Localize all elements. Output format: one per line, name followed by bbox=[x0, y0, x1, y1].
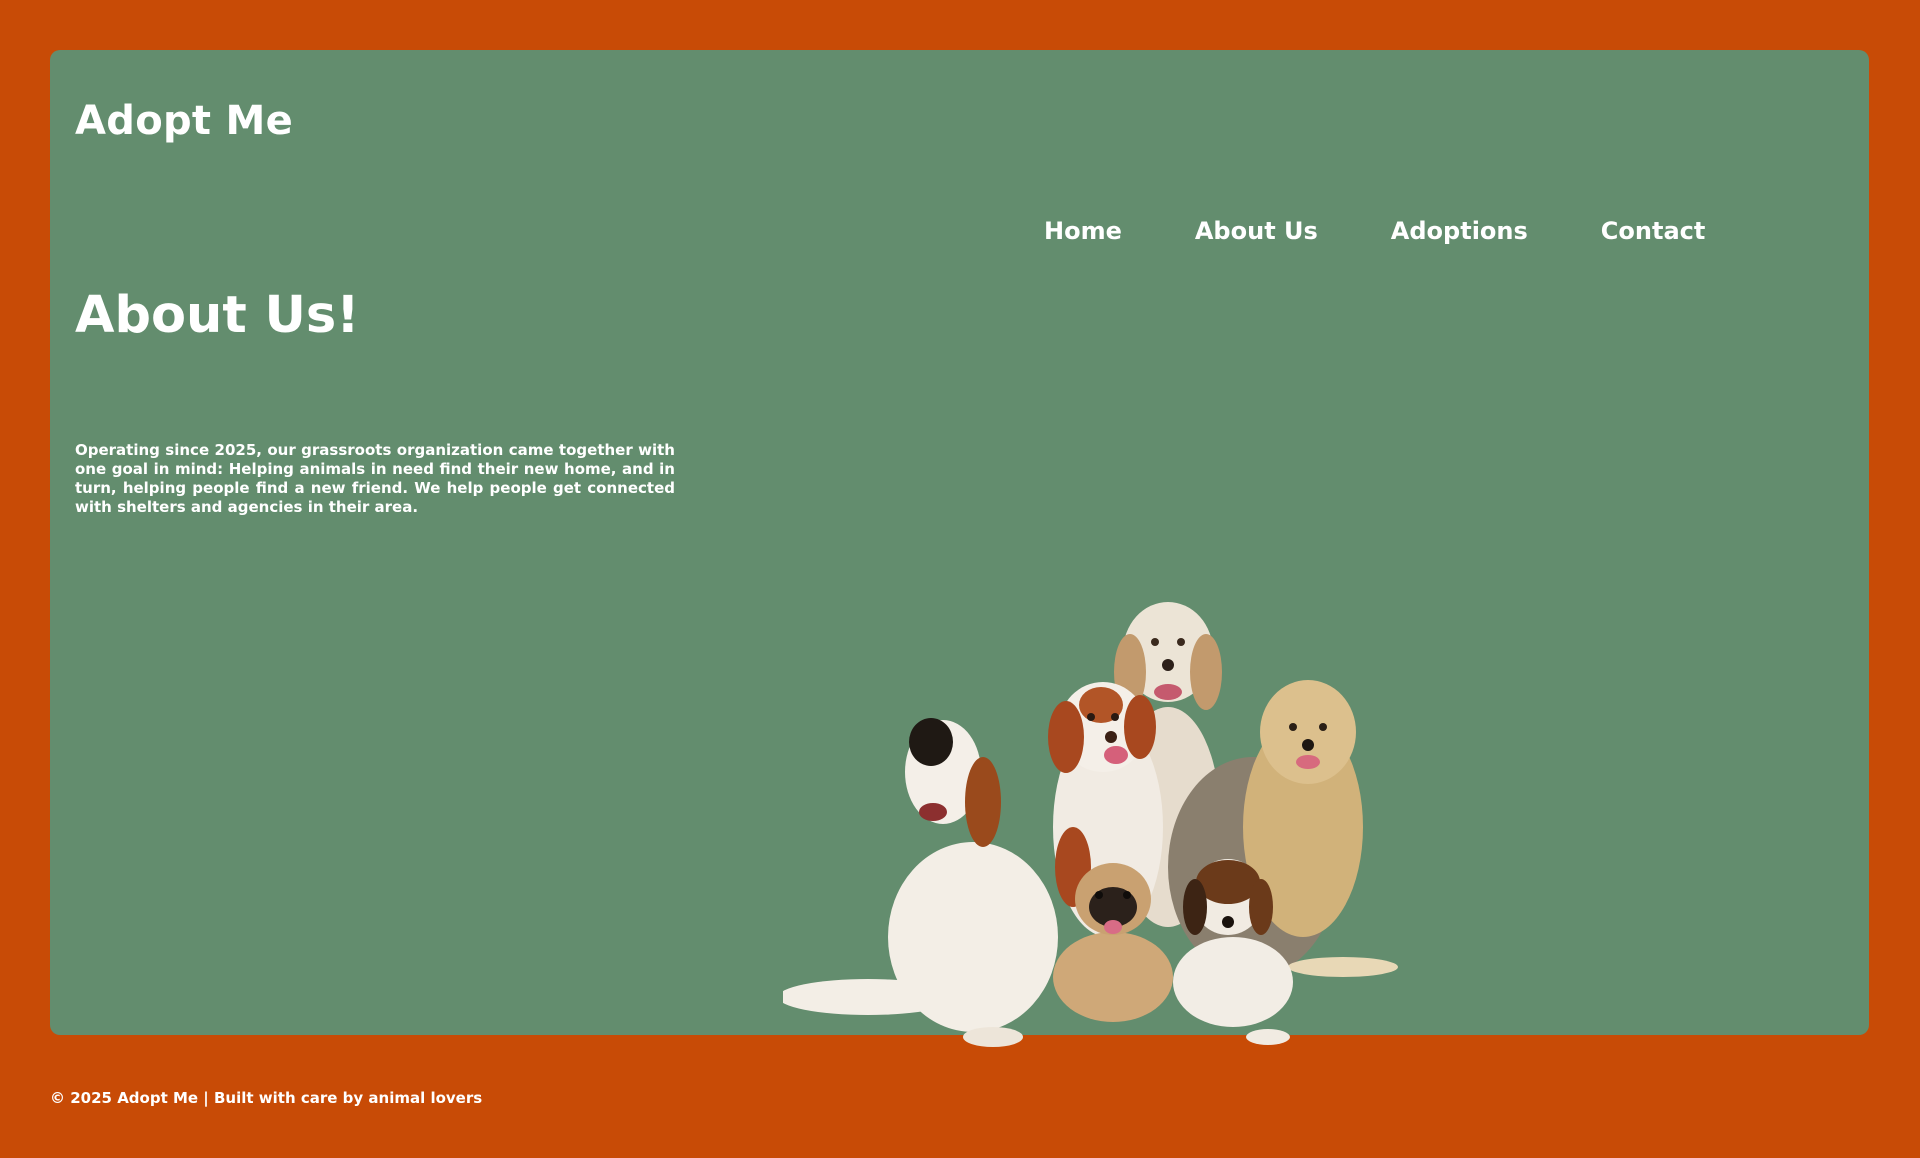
shaggy-dog-shape bbox=[1168, 680, 1398, 977]
main-nav: Home About Us Adoptions Contact bbox=[1044, 217, 1705, 245]
nav-about-us-link[interactable]: About Us bbox=[1195, 217, 1318, 245]
footer-text: © 2025 Adopt Me | Built with care by ani… bbox=[50, 1089, 483, 1107]
nav-adoptions-link[interactable]: Adoptions bbox=[1391, 217, 1528, 245]
hound-dog-shape bbox=[783, 718, 1058, 1047]
dogs-group-image bbox=[783, 602, 1398, 1047]
page-title: About Us! bbox=[75, 286, 360, 345]
about-paragraph: Operating since 2025, our grassroots org… bbox=[75, 441, 675, 516]
nav-contact-link[interactable]: Contact bbox=[1601, 217, 1706, 245]
nav-home-link[interactable]: Home bbox=[1044, 217, 1122, 245]
main-card: Adopt Me Home About Us Adoptions Contact… bbox=[50, 50, 1869, 1047]
site-title[interactable]: Adopt Me bbox=[75, 98, 293, 144]
